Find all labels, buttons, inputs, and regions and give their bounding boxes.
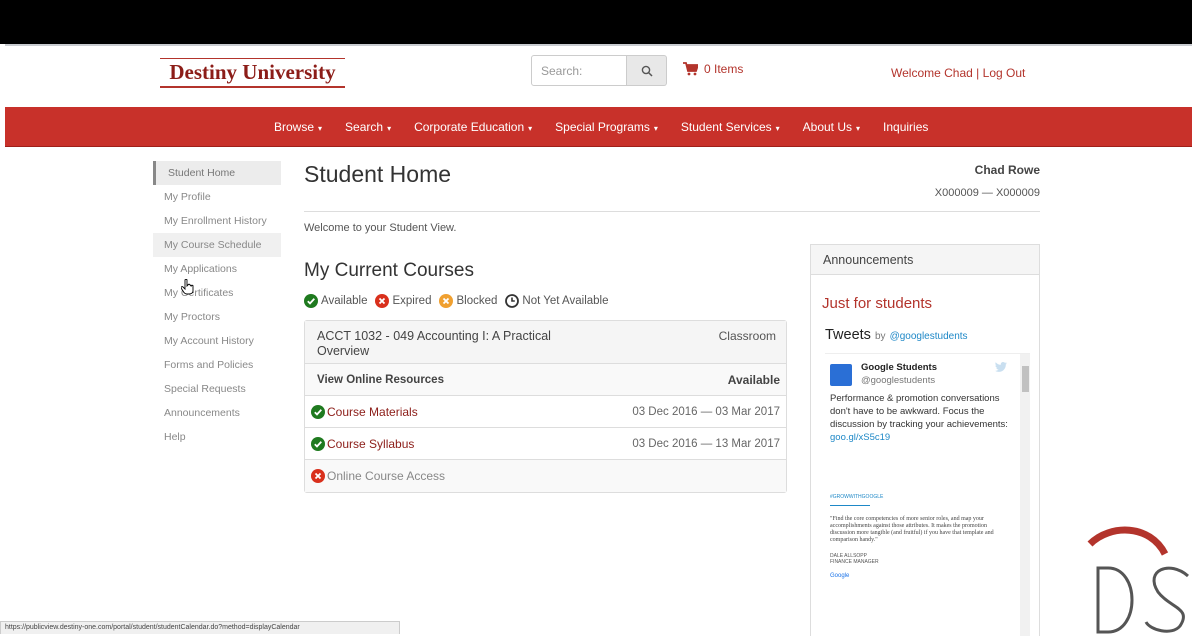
- nav-search[interactable]: Search ▾: [345, 120, 391, 134]
- resources-header-row: View Online Resources Available: [305, 364, 786, 396]
- card-quote: "Find the core competencies of more seni…: [830, 516, 994, 543]
- university-logo[interactable]: Destiny University: [160, 58, 345, 88]
- sidebar-item-applications[interactable]: My Applications: [153, 257, 281, 281]
- hand-cursor-icon: [181, 279, 194, 295]
- search-box: [531, 55, 667, 86]
- check-circle-icon: [304, 294, 318, 308]
- caret-down-icon: ▾: [856, 124, 861, 133]
- check-circle-icon: [311, 404, 325, 419]
- logout-link[interactable]: Log Out: [983, 66, 1026, 80]
- announcements-subtitle: Just for students: [822, 295, 933, 312]
- welcome-bar: Welcome Chad | Log Out: [891, 66, 1025, 80]
- cart-icon: [683, 62, 698, 76]
- resource-row: Course Materials 03 Dec 2016 — 03 Mar 20…: [305, 396, 786, 428]
- card-hashtag: #GROWWITHGOOGLE: [830, 494, 884, 500]
- browser-top-bar: [0, 0, 1192, 44]
- tweet-author-handle[interactable]: @googlestudents: [861, 375, 935, 386]
- cart-label: 0 Items: [704, 62, 744, 76]
- separator: |: [976, 66, 980, 80]
- nav-about-us[interactable]: About Us ▾: [803, 120, 860, 134]
- sidebar-item-announcements[interactable]: Announcements: [153, 401, 281, 425]
- welcome-message: Welcome to your Student View.: [304, 222, 457, 234]
- avatar[interactable]: [830, 364, 852, 386]
- legend-not-yet-available: Not Yet Available: [505, 294, 609, 308]
- nav-special-programs[interactable]: Special Programs ▾: [555, 120, 658, 134]
- nav-corporate-education[interactable]: Corporate Education ▾: [414, 120, 532, 134]
- legend-blocked: Blocked: [439, 294, 497, 308]
- card-divider: [830, 505, 870, 506]
- tweet-scrollbar[interactable]: [1020, 354, 1030, 636]
- tweets-handle-link[interactable]: @googlestudents: [890, 331, 968, 342]
- cart-link[interactable]: 0 Items: [683, 62, 743, 76]
- course-header: ACCT 1032 - 049 Accounting I: A Practica…: [305, 321, 786, 364]
- nav-inquiries[interactable]: Inquiries: [883, 120, 928, 134]
- sidebar-item-course-schedule[interactable]: My Course Schedule: [153, 233, 281, 257]
- caret-down-icon: ▾: [387, 124, 392, 133]
- sidebar-item-certificates[interactable]: My Certificates: [153, 281, 281, 305]
- divider: [304, 211, 1040, 212]
- status-legend: Available Expired Blocked Not Yet Availa…: [304, 294, 617, 308]
- search-icon: [641, 65, 653, 77]
- main-nav: Browse ▾ Search ▾ Corporate Education ▾ Spe…: [5, 107, 1192, 147]
- welcome-link[interactable]: Welcome Chad: [891, 66, 973, 80]
- page: Destiny University 0 Items Welcome Chad …: [5, 44, 1192, 636]
- user-name: Chad Rowe: [974, 163, 1040, 177]
- x-circle-icon: [375, 294, 390, 308]
- course-name: ACCT 1032 - 049 Accounting I: A Practica…: [317, 329, 551, 358]
- tweet-media-card[interactable]: #GROWWITHGOOGLE "Find the core competenc…: [830, 494, 1010, 636]
- course-type: Classroom: [718, 329, 776, 343]
- course-syllabus-link[interactable]: Course Syllabus: [327, 437, 414, 451]
- resource-row: Online Course Access: [305, 460, 786, 492]
- sidebar-item-enrollment-history[interactable]: My Enrollment History: [153, 209, 281, 233]
- legend-available: Available: [304, 294, 367, 308]
- search-button[interactable]: [627, 55, 667, 86]
- resource-row: Course Syllabus 03 Dec 2016 — 13 Mar 201…: [305, 428, 786, 460]
- nav-student-services[interactable]: Student Services ▾: [681, 120, 780, 134]
- scrollbar-thumb[interactable]: [1022, 366, 1029, 392]
- user-id: X000009 — X000009: [934, 187, 1040, 199]
- nav-browse[interactable]: Browse ▾: [274, 120, 322, 134]
- sidebar-item-my-profile[interactable]: My Profile: [153, 185, 281, 209]
- caret-down-icon: ▾: [528, 124, 533, 133]
- course-panel: ACCT 1032 - 049 Accounting I: A Practica…: [304, 320, 787, 493]
- ds-watermark-logo: [1087, 526, 1189, 634]
- caret-down-icon: ▾: [653, 124, 658, 133]
- sidebar-item-proctors[interactable]: My Proctors: [153, 305, 281, 329]
- announcements-panel: Announcements Just for students Tweets b…: [810, 244, 1040, 636]
- blocked-circle-icon: [439, 294, 454, 308]
- announcements-header: Announcements: [811, 245, 1039, 275]
- availability-header: Available: [727, 372, 780, 387]
- tweet-author-name[interactable]: Google Students: [861, 362, 937, 373]
- resource-dates: 03 Dec 2016 — 13 Mar 2017: [632, 437, 780, 450]
- courses-heading: My Current Courses: [304, 260, 474, 281]
- tweets-title: Tweets by @googlestudents: [825, 327, 968, 343]
- clock-icon: [505, 294, 520, 308]
- caret-down-icon: ▾: [775, 124, 780, 133]
- twitter-bird-icon[interactable]: [995, 362, 1007, 372]
- sidebar-item-forms-policies[interactable]: Forms and Policies: [153, 353, 281, 377]
- course-materials-link[interactable]: Course Materials: [327, 405, 418, 419]
- online-course-access-label: Online Course Access: [327, 469, 446, 483]
- caret-down-icon: ▾: [318, 124, 323, 133]
- card-author: DALE ALLSOPP FINANCE MANAGER: [830, 553, 879, 565]
- legend-expired: Expired: [375, 294, 431, 308]
- twitter-widget: Tweets by @googlestudents Google Student…: [825, 327, 1030, 636]
- sidebar-item-special-requests[interactable]: Special Requests: [153, 377, 281, 401]
- check-circle-icon: [311, 436, 325, 451]
- page-title: Student Home: [304, 161, 452, 187]
- tweet-text: Performance & promotion conversations do…: [830, 393, 1008, 443]
- x-circle-icon: [311, 469, 325, 483]
- tweet-timeline[interactable]: Google Students @googlestudents Performa…: [825, 353, 1030, 636]
- sidebar-item-account-history[interactable]: My Account History: [153, 329, 281, 353]
- sidebar-item-help[interactable]: Help: [153, 425, 281, 449]
- resource-dates: 03 Dec 2016 — 03 Mar 2017: [632, 405, 780, 418]
- sidebar: Student Home My Profile My Enrollment Hi…: [153, 161, 281, 449]
- sidebar-item-student-home[interactable]: Student Home: [153, 161, 281, 185]
- tweet-link[interactable]: goo.gl/xS5c19: [830, 432, 890, 443]
- search-input[interactable]: [531, 55, 627, 86]
- google-logo: Google: [830, 573, 850, 579]
- resources-header: View Online Resources: [317, 373, 444, 386]
- browser-status-bar: https://publicview.destiny-one.com/porta…: [0, 621, 400, 634]
